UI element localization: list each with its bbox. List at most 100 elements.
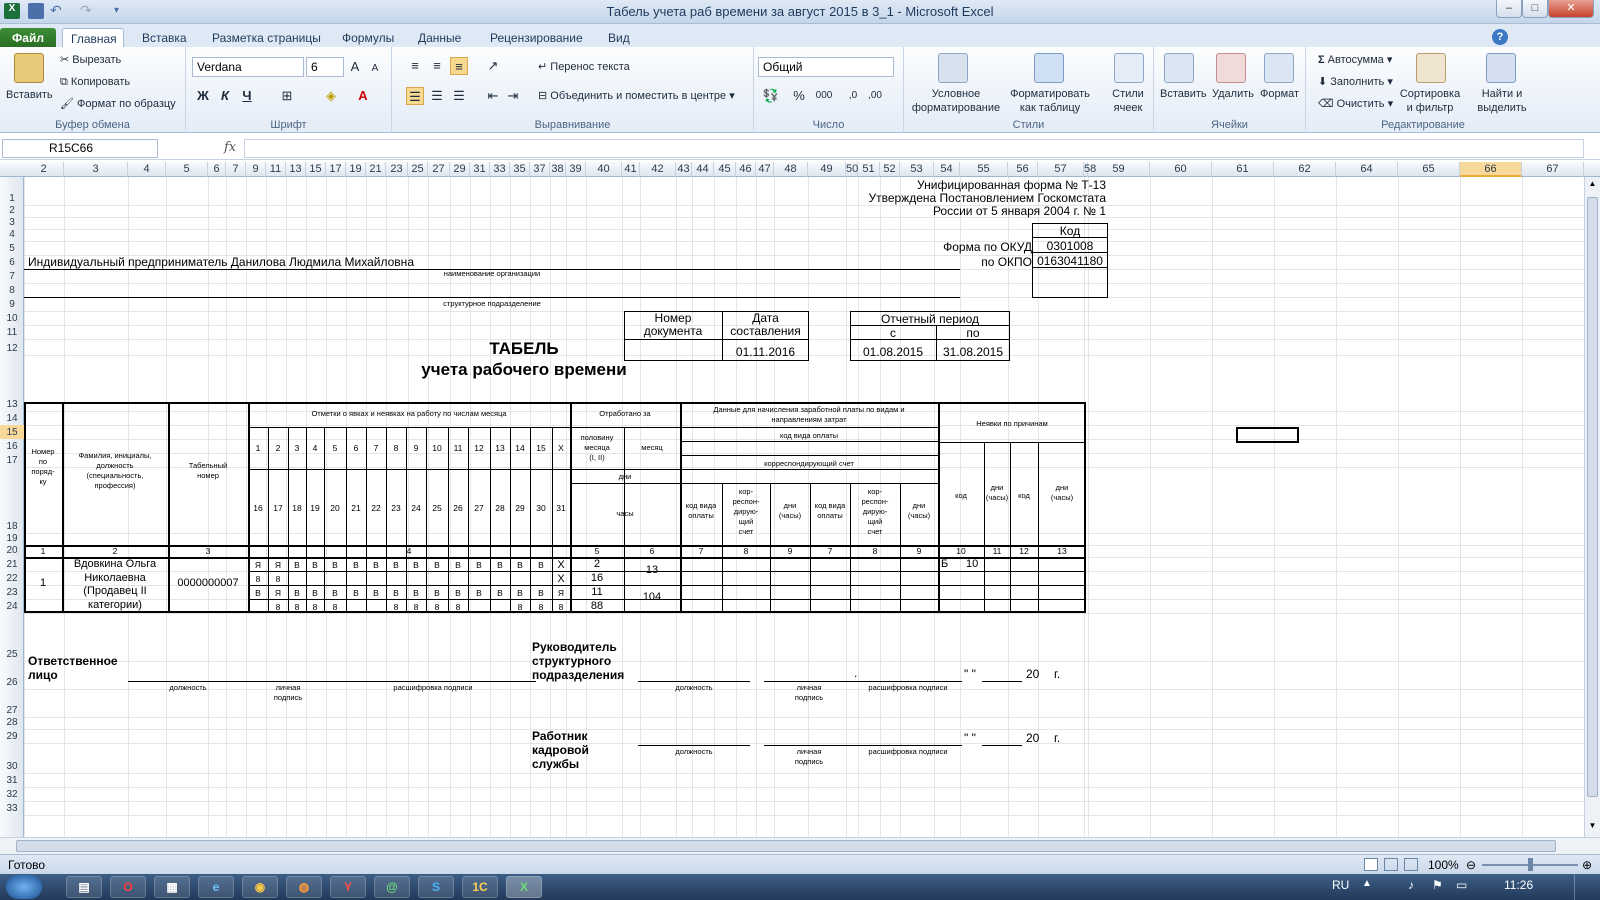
row-header[interactable]: 7: [0, 269, 24, 283]
row-header[interactable]: 1: [0, 177, 24, 205]
row-header[interactable]: 25: [0, 613, 24, 661]
column-header[interactable]: 43: [676, 162, 692, 177]
tab-formulas[interactable]: Формулы: [334, 28, 402, 48]
thousands-button[interactable]: 000: [812, 87, 836, 105]
insert-cells-button[interactable]: Вставить: [1160, 87, 1207, 101]
row-header[interactable]: 23: [0, 585, 24, 599]
row-header[interactable]: 21: [0, 557, 24, 571]
align-middle-icon[interactable]: ≡: [428, 57, 446, 75]
row-header[interactable]: 15: [0, 425, 24, 439]
minimize-button[interactable]: –: [1496, 0, 1522, 18]
column-header[interactable]: 29: [450, 162, 470, 177]
ie-icon[interactable]: e: [198, 876, 234, 898]
row-header[interactable]: 33: [0, 801, 24, 815]
tab-file[interactable]: Файл: [0, 28, 56, 48]
column-header[interactable]: 55: [960, 162, 1008, 177]
zoom-in-icon[interactable]: ⊕: [1582, 858, 1592, 872]
column-header[interactable]: 56: [1008, 162, 1038, 177]
column-header[interactable]: 45: [714, 162, 736, 177]
align-right-icon[interactable]: ☰: [450, 87, 468, 105]
grow-font-icon[interactable]: A: [346, 58, 364, 76]
skype-icon[interactable]: S: [418, 876, 454, 898]
network-icon[interactable]: ▭: [1456, 878, 1467, 892]
column-header[interactable]: 66: [1460, 162, 1522, 177]
shrink-font-icon[interactable]: A: [366, 60, 384, 78]
sort-filter-button[interactable]: Сортировка и фильтр: [1394, 87, 1466, 115]
column-header[interactable]: 54: [934, 162, 960, 177]
row-header[interactable]: 3: [0, 217, 24, 229]
zoom-slider-thumb[interactable]: [1528, 858, 1533, 871]
tab-review[interactable]: Рецензирование: [482, 28, 591, 48]
format-painter-button[interactable]: 🖌 Формат по образцу: [60, 97, 176, 111]
clear-button[interactable]: ⌫ Очистить ▾: [1318, 97, 1393, 111]
row-header[interactable]: 30: [0, 743, 24, 773]
row-header[interactable]: 19: [0, 533, 24, 545]
copy-button[interactable]: ⧉ Копировать: [60, 75, 130, 89]
zoom-out-icon[interactable]: ⊖: [1466, 858, 1476, 872]
row-header[interactable]: 4: [0, 229, 24, 241]
formula-input[interactable]: [244, 139, 1584, 158]
row-header[interactable]: 29: [0, 729, 24, 743]
tab-data[interactable]: Данные: [410, 28, 469, 48]
row-header[interactable]: 17: [0, 453, 24, 467]
number-format-select[interactable]: Общий: [758, 57, 894, 77]
row-header[interactable]: 9: [0, 297, 24, 311]
column-header[interactable]: 2: [24, 162, 64, 177]
column-header[interactable]: 50: [846, 162, 858, 177]
column-header[interactable]: 47: [756, 162, 774, 177]
column-header[interactable]: 61: [1212, 162, 1274, 177]
column-header[interactable]: 23: [386, 162, 408, 177]
bold-button[interactable]: Ж: [194, 87, 212, 105]
row-header[interactable]: 31: [0, 773, 24, 787]
excel-taskbar-icon[interactable]: X: [506, 876, 542, 898]
name-box[interactable]: R15C66: [2, 139, 158, 158]
row-header[interactable]: 20: [0, 545, 24, 557]
row-header[interactable]: 26: [0, 661, 24, 689]
row-header[interactable]: 8: [0, 283, 24, 297]
scroll-down-icon[interactable]: ▼: [1587, 821, 1598, 833]
column-header[interactable]: 3: [64, 162, 128, 177]
save-app-icon[interactable]: ▦: [154, 876, 190, 898]
format-table-button[interactable]: Форматировать как таблицу: [1004, 87, 1096, 115]
conditional-format-button[interactable]: Условное форматирование: [904, 87, 1008, 115]
increase-decimal-icon[interactable]: ,0: [844, 87, 862, 105]
column-header[interactable]: 19: [346, 162, 366, 177]
page-break-view-icon[interactable]: [1404, 858, 1418, 871]
italic-button[interactable]: К: [216, 87, 234, 105]
row-header[interactable]: 10: [0, 311, 24, 325]
wrap-text-button[interactable]: ↵ Перенос текста: [538, 60, 630, 74]
column-header[interactable]: 49: [808, 162, 846, 177]
column-header[interactable]: 39: [566, 162, 586, 177]
column-header[interactable]: 33: [490, 162, 510, 177]
column-header[interactable]: 40: [586, 162, 622, 177]
column-header[interactable]: 27: [428, 162, 450, 177]
column-header[interactable]: 9: [246, 162, 266, 177]
cut-button[interactable]: ✂ Вырезать: [60, 53, 121, 67]
flag-icon[interactable]: ⚑: [1432, 878, 1443, 892]
font-name-select[interactable]: Verdana: [192, 57, 304, 77]
row-header[interactable]: 28: [0, 717, 24, 729]
row-header[interactable]: 5: [0, 241, 24, 255]
row-header[interactable]: 14: [0, 411, 24, 425]
row-header[interactable]: 18: [0, 467, 24, 533]
start-button-icon[interactable]: [6, 875, 42, 899]
align-bottom-icon[interactable]: ≡: [450, 57, 468, 75]
font-color-icon[interactable]: A: [354, 87, 372, 105]
column-header[interactable]: 25: [408, 162, 428, 177]
normal-view-icon[interactable]: [1364, 858, 1378, 871]
horizontal-scroll-thumb[interactable]: [16, 840, 1556, 852]
column-header[interactable]: 67: [1522, 162, 1584, 177]
tab-view[interactable]: Вид: [600, 28, 638, 48]
scroll-up-icon[interactable]: ▲: [1587, 179, 1598, 191]
column-header[interactable]: 21: [366, 162, 386, 177]
volume-icon[interactable]: ♪: [1408, 878, 1414, 892]
column-header[interactable]: 5: [166, 162, 208, 177]
row-header[interactable]: 27: [0, 689, 24, 717]
zoom-level[interactable]: 100%: [1428, 858, 1459, 872]
column-header[interactable]: 65: [1398, 162, 1460, 177]
decrease-decimal-icon[interactable]: ,00: [866, 87, 884, 105]
page-layout-view-icon[interactable]: [1384, 858, 1398, 871]
paste-button[interactable]: Вставить: [6, 88, 53, 102]
agent-icon[interactable]: @: [374, 876, 410, 898]
format-cells-button[interactable]: Формат: [1260, 87, 1299, 101]
